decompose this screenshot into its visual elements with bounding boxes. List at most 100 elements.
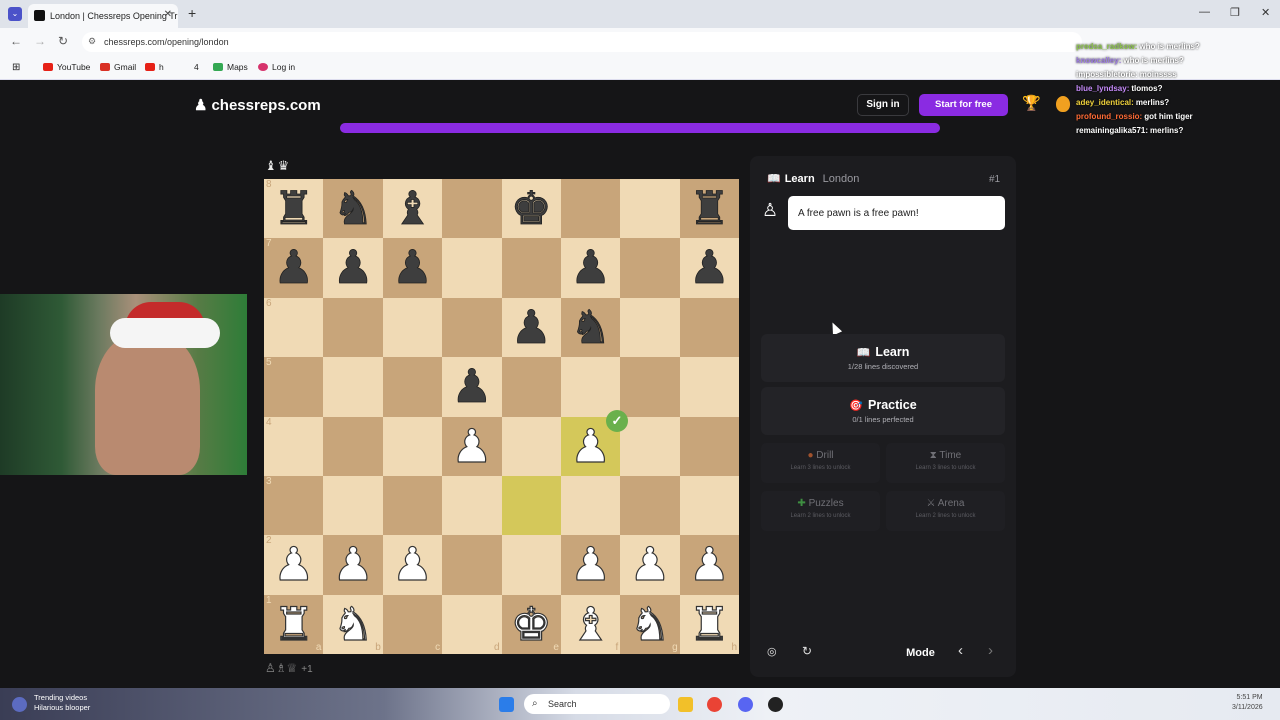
site-info-icon[interactable]: ⚙ [88, 36, 96, 47]
discord-icon[interactable] [738, 697, 753, 712]
square-d3[interactable] [442, 475, 502, 536]
square-e6[interactable]: ♟ [501, 297, 561, 358]
settings-icon[interactable]: ◎ [767, 645, 777, 658]
square-b3[interactable] [323, 475, 383, 536]
square-h1[interactable]: h ♜ [679, 594, 739, 654]
white-knight-icon[interactable]: ♞ [629, 596, 671, 651]
square-d5[interactable]: ♟ [442, 357, 502, 417]
new-tab-icon[interactable]: + [188, 5, 196, 21]
square-g5[interactable] [620, 357, 680, 417]
white-pawn-icon[interactable]: ♟ [391, 537, 433, 592]
system-clock[interactable]: 5:51 PM 3/11/2026 [1232, 693, 1263, 713]
apps-grid-icon[interactable]: ⊞ [12, 62, 20, 73]
streak-flame-icon[interactable] [1056, 96, 1070, 112]
square-a3[interactable]: 3 [264, 475, 324, 536]
bookmark-4[interactable]: 4 [194, 62, 199, 72]
square-f1[interactable]: f ♝ [560, 594, 621, 654]
square-f7[interactable]: ♟ [560, 238, 621, 298]
square-c6[interactable] [382, 297, 443, 358]
restore-icon[interactable]: ❐ [1230, 6, 1240, 19]
square-e5[interactable] [501, 357, 561, 417]
url-field[interactable] [82, 32, 1082, 52]
square-g2[interactable]: ♟ [620, 535, 680, 595]
square-a8[interactable]: 8 ♜ [264, 179, 324, 239]
square-f2[interactable]: ♟ [560, 535, 621, 595]
square-g6[interactable] [620, 297, 680, 358]
chrome-icon[interactable] [707, 697, 722, 712]
close-window-icon[interactable]: ✕ [1261, 6, 1270, 19]
drill-mode-button[interactable]: ● Drill Learn 3 lines to unlock [761, 443, 880, 483]
square-a5[interactable]: 5 [264, 357, 324, 417]
start-for-free-button[interactable]: Start for free [919, 94, 1008, 116]
chess-board[interactable]: 8 ♜ ♞ ♝ ♚ ♜ 7 ♟ ♟ ♟ ♟ ♟ 6 ♟ ♞ 5 ♟ 4 ♟ ♟ 3 2 ♟ ♟ ♟ ♟ ♟ ♟ 1 a ♜ b ♞ c d e ♚ f ♝ g… [264, 179, 739, 654]
square-b7[interactable]: ♟ [323, 238, 383, 298]
square-b1[interactable]: b ♞ [323, 594, 383, 654]
square-e8[interactable]: ♚ [501, 179, 561, 239]
square-h6[interactable] [679, 297, 739, 358]
taskbar-search[interactable]: ⌕ Search [524, 694, 670, 714]
square-e3[interactable] [501, 475, 561, 536]
reload-icon[interactable]: ↻ [58, 34, 68, 48]
black-pawn-icon[interactable]: ♟ [332, 240, 374, 295]
square-g3[interactable] [620, 475, 680, 536]
black-knight-icon[interactable]: ♞ [332, 181, 374, 236]
practice-mode-button[interactable]: 🎯 Practice 0/1 lines perfected [761, 387, 1005, 435]
square-d2[interactable] [442, 535, 502, 595]
square-a7[interactable]: 7 ♟ [264, 238, 324, 298]
black-pawn-icon[interactable]: ♟ [451, 359, 493, 414]
square-h7[interactable]: ♟ [679, 238, 739, 298]
black-rook-icon[interactable]: ♜ [273, 181, 315, 236]
white-pawn-icon[interactable]: ♟ [569, 418, 611, 473]
next-move-icon[interactable]: › [988, 642, 993, 659]
square-a2[interactable]: 2 ♟ [264, 535, 324, 595]
white-bishop-icon[interactable]: ♝ [569, 596, 611, 651]
learn-mode-button[interactable]: 📖 Learn 1/28 lines discovered [761, 334, 1005, 382]
square-b4[interactable] [323, 416, 383, 476]
white-pawn-icon[interactable]: ♟ [332, 537, 374, 592]
square-c4[interactable] [382, 416, 443, 476]
forward-icon[interactable]: → [34, 34, 46, 48]
square-c7[interactable]: ♟ [382, 238, 443, 298]
bookmark-maps[interactable]: Maps [213, 62, 248, 72]
square-h4[interactable] [679, 416, 739, 476]
white-king-icon[interactable]: ♚ [510, 596, 552, 651]
bookmark-gmail[interactable]: Gmail [100, 62, 136, 72]
white-rook-icon[interactable]: ♜ [688, 596, 730, 651]
tab-search-icon[interactable]: ⌄ [8, 7, 22, 21]
previous-move-icon[interactable]: ‹ [958, 642, 963, 659]
close-tab-icon[interactable]: ✕ [164, 9, 172, 20]
square-d7[interactable] [442, 238, 502, 298]
black-rook-icon[interactable]: ♜ [688, 181, 730, 236]
black-pawn-icon[interactable]: ♟ [391, 240, 433, 295]
square-e1[interactable]: e ♚ [501, 594, 561, 654]
black-bishop-icon[interactable]: ♝ [391, 181, 433, 236]
mode-button[interactable]: Mode [893, 642, 948, 664]
black-knight-icon[interactable]: ♞ [570, 299, 612, 354]
square-g1[interactable]: g ♞ [620, 594, 680, 654]
news-widget[interactable]: Trending videos Hilarious blooper [34, 693, 90, 713]
browser-tab[interactable]: London | Chessreps Opening Tr ✕ [28, 4, 178, 28]
white-pawn-icon[interactable]: ♟ [272, 537, 314, 592]
white-pawn-icon[interactable]: ♟ [569, 537, 611, 592]
square-h8[interactable]: ♜ [679, 179, 739, 239]
square-g7[interactable] [620, 238, 680, 298]
square-c1[interactable]: c [382, 594, 443, 654]
black-pawn-icon[interactable]: ♟ [688, 240, 730, 295]
square-f6[interactable]: ♞ [560, 297, 621, 358]
square-f8[interactable] [560, 179, 621, 239]
arena-mode-button[interactable]: ⚔ Arena Learn 2 lines to unlock [886, 491, 1005, 531]
black-pawn-icon[interactable]: ♟ [570, 240, 612, 295]
square-h5[interactable] [679, 357, 739, 417]
bookmark-youtube[interactable]: YouTube [43, 62, 90, 72]
reset-icon[interactable]: ↻ [802, 644, 812, 658]
square-c5[interactable] [382, 357, 443, 417]
white-pawn-icon[interactable]: ♟ [451, 418, 493, 473]
square-b6[interactable] [323, 297, 383, 358]
square-a6[interactable]: 6 [264, 297, 324, 358]
square-a4[interactable]: 4 [264, 416, 324, 476]
square-c2[interactable]: ♟ [382, 535, 443, 595]
sign-in-button[interactable]: Sign in [857, 94, 909, 116]
square-d8[interactable] [442, 179, 502, 239]
minimize-icon[interactable]: — [1199, 6, 1210, 18]
obs-icon[interactable] [768, 697, 783, 712]
